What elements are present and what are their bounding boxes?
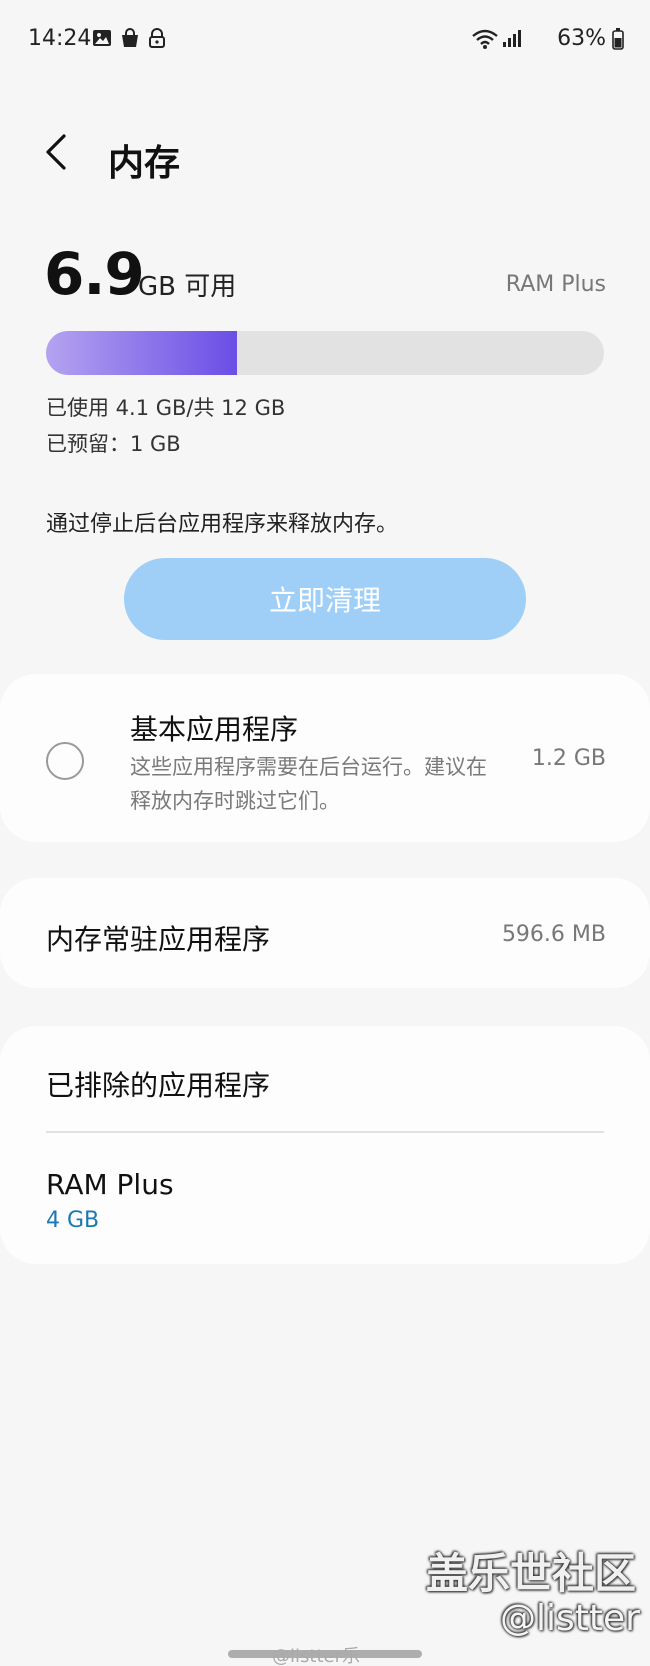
excluded-apps-item[interactable]: 已排除的应用程序	[46, 1064, 270, 1104]
basic-apps-radio[interactable]	[46, 742, 84, 780]
community-watermark: 盖乐世社区	[425, 1549, 636, 1598]
resident-apps-label: 内存常驻应用程序	[46, 923, 271, 956]
gallery-icon	[92, 28, 112, 52]
wifi-icon	[472, 28, 498, 54]
chevron-left-icon	[40, 134, 70, 178]
ram-plus-item[interactable]: RAM Plus	[46, 1168, 174, 1201]
basic-apps-size: 1.2 GB	[531, 746, 606, 771]
available-memory-unit: GB 可用	[138, 272, 237, 302]
ram-plus-value: 4 GB	[46, 1208, 100, 1233]
page-title: 内存	[108, 143, 181, 184]
divider	[46, 1131, 604, 1133]
back-button[interactable]	[40, 130, 80, 180]
lock-icon	[148, 28, 166, 52]
memory-usage-fill	[46, 331, 237, 375]
clean-now-button[interactable]: 立即清理	[124, 558, 526, 640]
memory-screen: 14:24 63% 内存 6.9 GB 可用 RAM Plus 已使用 4.1 …	[0, 0, 650, 1666]
status-bar: 14:24 63%	[0, 0, 650, 80]
weibo-watermark: @listter乐	[272, 1646, 360, 1666]
shopping-bag-icon	[120, 28, 140, 52]
resident-apps-size: 596.6 MB	[501, 922, 606, 947]
status-time: 14:24	[28, 26, 92, 51]
memory-usage-bar	[46, 331, 604, 375]
basic-apps-title: 基本应用程序	[130, 713, 299, 746]
available-memory-value: 6.9	[44, 240, 145, 308]
reserved-memory-text: 已预留：1 GB	[46, 432, 181, 456]
free-memory-hint: 通过停止后台应用程序来释放内存。	[46, 512, 399, 537]
handle-watermark: @listter	[500, 1598, 640, 1639]
used-memory-text: 已使用 4.1 GB/共 12 GB	[46, 396, 286, 420]
basic-apps-description: 这些应用程序需要在后台运行。建议在释放内存时跳过它们。	[130, 755, 487, 813]
battery-icon	[612, 28, 624, 54]
signal-icon	[502, 28, 524, 52]
ram-plus-link[interactable]: RAM Plus	[506, 272, 606, 297]
battery-percent: 63%	[557, 26, 606, 51]
